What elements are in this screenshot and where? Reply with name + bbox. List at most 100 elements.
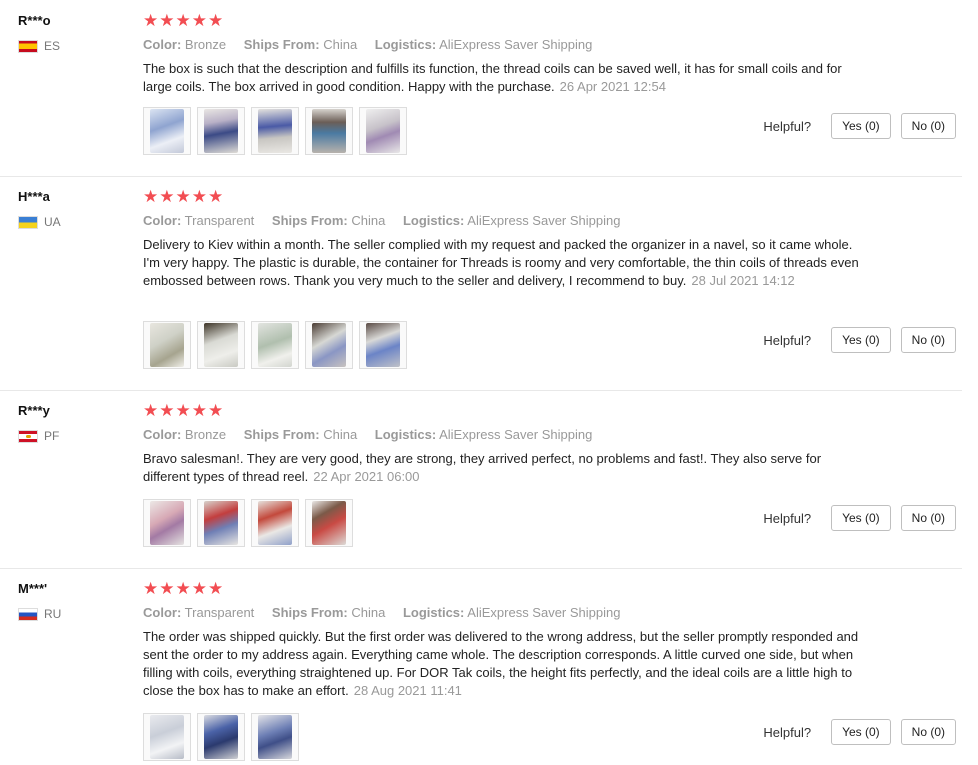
reviewer-name: H***a [18, 189, 50, 204]
star-rating: ★★★★★ [143, 187, 225, 206]
review-photo-thumbnail[interactable] [305, 107, 353, 155]
review-photos [143, 321, 407, 369]
helpful-no-button[interactable]: No (0) [900, 719, 956, 745]
logistics-value: AliExpress Saver Shipping [467, 605, 621, 620]
review-date: 28 Aug 2021 11:41 [353, 683, 462, 698]
review-list: R***o ES ★★★★★ Color: Bronze Ships From:… [0, 0, 978, 765]
helpful-yes-button[interactable]: Yes (0) [831, 327, 891, 353]
ships-from-value: China [323, 427, 358, 442]
review-photo-thumbnail[interactable] [197, 713, 245, 761]
helpful-label: Helpful? [763, 724, 812, 740]
helpful-vote: Helpful? Yes (0) No (0) [763, 505, 956, 531]
review-photo-thumbnail[interactable] [143, 499, 191, 547]
reviewer-info: H***a UA [18, 188, 128, 229]
logistics-value: AliExpress Saver Shipping [439, 427, 593, 442]
reviewer-name: M***' [18, 581, 48, 596]
review-photo-thumbnail[interactable] [197, 321, 245, 369]
ships-from-label: Ships From: [271, 605, 348, 620]
color-value: Transparent [184, 213, 255, 228]
review-content: ★★★★★ Color: Bronze Ships From: China Lo… [143, 400, 863, 486]
star-rating: ★★★★★ [143, 11, 225, 30]
review-photo-thumbnail[interactable] [143, 713, 191, 761]
review-text: The box is such that the description and… [143, 61, 842, 94]
review-photo-thumbnail[interactable] [251, 321, 299, 369]
ships-from-value: China [323, 37, 358, 52]
photo-image [312, 501, 346, 545]
ships-from-value: China [351, 213, 386, 228]
country-code: RU [44, 607, 62, 621]
review-item: H***a UA ★★★★★ Color: Transparent Ships … [0, 176, 962, 391]
color-label: Color: [143, 213, 182, 228]
helpful-label: Helpful? [763, 332, 812, 348]
review-meta: Color: Bronze Ships From: China Logistic… [143, 35, 863, 55]
ships-from-label: Ships From: [243, 37, 320, 52]
color-value: Transparent [184, 605, 255, 620]
review-text-block: The box is such that the description and… [143, 60, 863, 96]
review-text: The order was shipped quickly. But the f… [143, 629, 859, 698]
helpful-yes-button[interactable]: Yes (0) [831, 113, 891, 139]
reviewer-name: R***y [18, 403, 50, 418]
review-item: M***' RU ★★★★★ Color: Transparent Ships … [0, 568, 962, 765]
flag-pf-icon [18, 429, 38, 443]
review-photo-thumbnail[interactable] [305, 321, 353, 369]
review-date: 28 Jul 2021 14:12 [691, 273, 795, 288]
helpful-label: Helpful? [763, 510, 812, 526]
ships-from-label: Ships From: [271, 213, 348, 228]
ships-from-value: China [351, 605, 386, 620]
helpful-no-button[interactable]: No (0) [900, 327, 956, 353]
review-photo-thumbnail[interactable] [359, 107, 407, 155]
reviewer-country: ES [18, 39, 128, 53]
photo-image [366, 109, 400, 153]
flag-ua-icon [18, 215, 38, 229]
review-text-block: The order was shipped quickly. But the f… [143, 628, 863, 700]
photo-image [204, 501, 238, 545]
review-photo-thumbnail[interactable] [197, 499, 245, 547]
helpful-yes-button[interactable]: Yes (0) [831, 505, 891, 531]
review-content: ★★★★★ Color: Bronze Ships From: China Lo… [143, 10, 863, 96]
review-photo-thumbnail[interactable] [143, 107, 191, 155]
review-photo-thumbnail[interactable] [251, 499, 299, 547]
review-photos [143, 107, 407, 155]
review-meta: Color: Transparent Ships From: China Log… [143, 603, 863, 623]
review-photo-thumbnail[interactable] [251, 713, 299, 761]
reviewer-info: R***y PF [18, 402, 128, 443]
country-code: UA [44, 215, 61, 229]
helpful-vote: Helpful? Yes (0) No (0) [763, 719, 956, 745]
review-photo-thumbnail[interactable] [197, 107, 245, 155]
photo-image [312, 109, 346, 153]
country-code: ES [44, 39, 61, 53]
reviewer-name: R***o [18, 13, 51, 28]
logistics-label: Logistics: [402, 213, 465, 228]
photo-image [258, 501, 292, 545]
flag-es-icon [18, 39, 38, 53]
reviewer-country: UA [18, 215, 128, 229]
photo-image [150, 323, 184, 367]
helpful-yes-button[interactable]: Yes (0) [831, 719, 891, 745]
photo-image [258, 715, 292, 759]
review-text: Bravo salesman!. They are very good, the… [143, 451, 822, 484]
photo-image [150, 715, 184, 759]
logistics-value: AliExpress Saver Shipping [439, 37, 593, 52]
flag-ru-icon [18, 607, 38, 621]
reviewer-country: RU [18, 607, 128, 621]
helpful-vote: Helpful? Yes (0) No (0) [763, 327, 956, 353]
review-meta: Color: Transparent Ships From: China Log… [143, 211, 863, 231]
reviewer-country: PF [18, 429, 128, 443]
review-photo-thumbnail[interactable] [251, 107, 299, 155]
helpful-no-button[interactable]: No (0) [900, 113, 956, 139]
review-photo-thumbnail[interactable] [305, 499, 353, 547]
helpful-label: Helpful? [763, 118, 812, 134]
review-photos [143, 499, 353, 547]
review-photo-thumbnail[interactable] [143, 321, 191, 369]
photo-image [150, 109, 184, 153]
review-date: 26 Apr 2021 12:54 [559, 79, 666, 94]
review-photo-thumbnail[interactable] [359, 321, 407, 369]
review-item: R***o ES ★★★★★ Color: Bronze Ships From:… [0, 0, 962, 177]
review-text-block: Bravo salesman!. They are very good, the… [143, 450, 863, 486]
star-rating: ★★★★★ [143, 401, 225, 420]
color-label: Color: [143, 427, 182, 442]
helpful-vote: Helpful? Yes (0) No (0) [763, 113, 956, 139]
ships-from-label: Ships From: [243, 427, 320, 442]
photo-image [258, 323, 292, 367]
helpful-no-button[interactable]: No (0) [900, 505, 956, 531]
